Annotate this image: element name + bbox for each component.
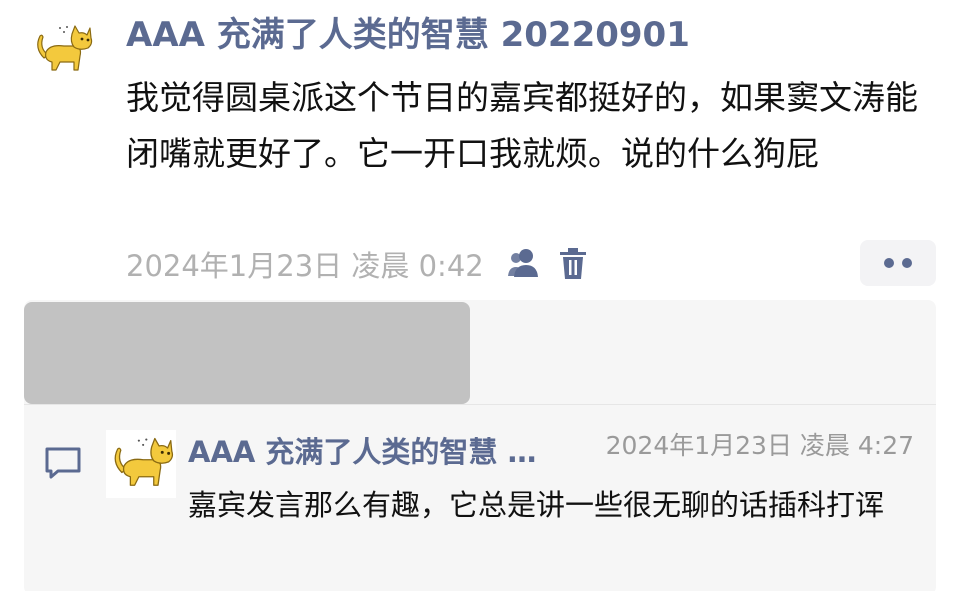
likes-list-redacted [24,302,470,404]
cat-avatar-icon [37,25,93,71]
contacts-icon[interactable] [506,247,542,281]
panel-divider [24,404,936,405]
more-dots-icon [884,258,912,268]
moments-detail: AAA 充满了人类的智慧 20220901 我觉得圆桌派这个节目的嘉宾都挺好的，… [0,0,955,591]
trash-icon[interactable] [558,247,588,281]
post-text: 我觉得圆桌派这个节目的嘉宾都挺好的，如果窦文涛能闭嘴就更好了。它一开口我就烦。说… [126,78,918,173]
comment-text[interactable]: 嘉宾发言那么有趣，它总是讲一些很无聊的话插科打诨 [188,483,918,527]
more-options-button[interactable] [860,240,936,286]
post-author-name[interactable]: AAA 充满了人类的智慧 20220901 [126,12,690,58]
comment-timestamp: 2024年1月23日 凌晨 4:27 [605,431,914,460]
cat-avatar-icon [114,437,174,486]
author-avatar[interactable] [30,18,94,82]
commenter-avatar[interactable] [106,430,176,498]
comment-bubble-icon [44,446,82,484]
interaction-panel: AAA 充满了人类的智慧 20220901 2024年1月23日 凌晨 4:27… [24,300,936,591]
comment-author-name[interactable]: AAA 充满了人类的智慧 20220901 [188,431,548,473]
post-timestamp: 2024年1月23日 凌晨 0:42 [126,249,484,283]
post-meta: 2024年1月23日 凌晨 0:42 [126,242,588,286]
